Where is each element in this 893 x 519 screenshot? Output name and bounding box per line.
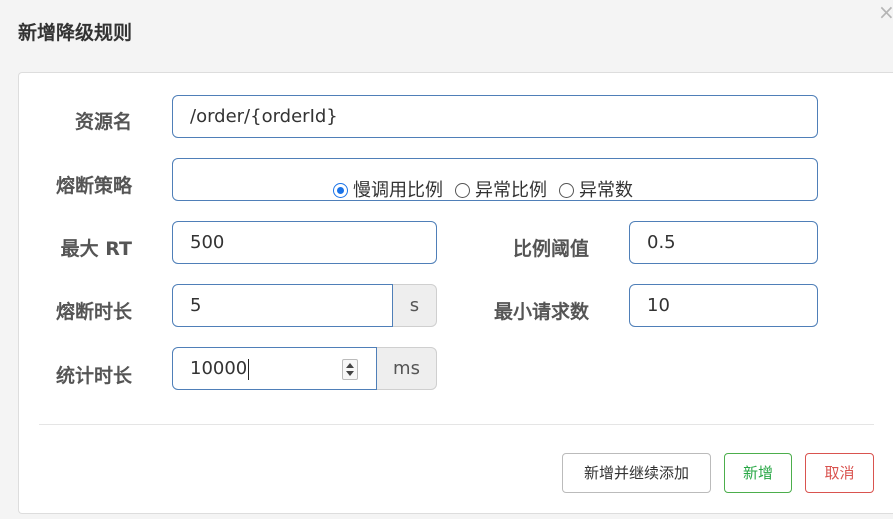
radio-exception-count[interactable]: 异常数 bbox=[559, 170, 633, 211]
strategy-label: 熔断策略 bbox=[55, 175, 132, 197]
dialog-title: 新增降级规则 bbox=[18, 22, 133, 44]
radio-label: 异常比例 bbox=[475, 180, 547, 201]
radio-label: 异常数 bbox=[579, 180, 633, 201]
radio-checked-icon bbox=[333, 183, 348, 198]
add-and-continue-button[interactable]: 新增并继续添加 bbox=[562, 453, 711, 493]
strategy-radio-box: 慢调用比例 异常比例 异常数 bbox=[172, 158, 818, 201]
strategy-radio-group: 慢调用比例 异常比例 异常数 bbox=[333, 170, 645, 211]
radio-exception-ratio[interactable]: 异常比例 bbox=[455, 170, 547, 211]
dialog-header: 新增降级规则 × bbox=[0, 0, 893, 72]
stat-duration-unit: ms bbox=[377, 347, 437, 390]
stat-duration-input[interactable]: 10000 bbox=[172, 347, 377, 390]
min-requests-label: 最小请求数 bbox=[493, 301, 589, 323]
spinner-up-icon[interactable] bbox=[346, 363, 354, 368]
ratio-threshold-label: 比例阈值 bbox=[512, 238, 589, 260]
radio-unchecked-icon bbox=[559, 183, 574, 198]
max-rt-label: 最大 RT bbox=[60, 238, 132, 260]
cancel-button[interactable]: 取消 bbox=[805, 453, 874, 493]
resource-label: 资源名 bbox=[74, 111, 132, 133]
min-requests-input[interactable]: 10 bbox=[629, 284, 818, 327]
break-duration-label: 熔断时长 bbox=[55, 301, 132, 323]
dialog-body: 资源名 /order/{orderId} 熔断策略 慢调用比例 异常比例 异常数… bbox=[18, 72, 893, 514]
radio-unchecked-icon bbox=[455, 183, 470, 198]
radio-label: 慢调用比例 bbox=[353, 180, 443, 201]
stat-duration-label: 统计时长 bbox=[55, 365, 132, 387]
ratio-threshold-input[interactable]: 0.5 bbox=[629, 221, 818, 264]
break-duration-unit: s bbox=[393, 284, 437, 327]
max-rt-input[interactable]: 500 bbox=[172, 221, 437, 264]
number-spinner[interactable] bbox=[342, 359, 358, 380]
close-icon[interactable]: × bbox=[878, 2, 893, 22]
add-button[interactable]: 新增 bbox=[724, 453, 792, 493]
text-caret bbox=[248, 358, 250, 380]
spinner-down-icon[interactable] bbox=[346, 371, 354, 376]
resource-input[interactable]: /order/{orderId} bbox=[172, 95, 818, 138]
stat-duration-value: 10000 bbox=[190, 358, 248, 379]
footer-divider bbox=[39, 424, 874, 425]
radio-slow-call-ratio[interactable]: 慢调用比例 bbox=[333, 170, 443, 211]
break-duration-input[interactable]: 5 bbox=[172, 284, 393, 327]
